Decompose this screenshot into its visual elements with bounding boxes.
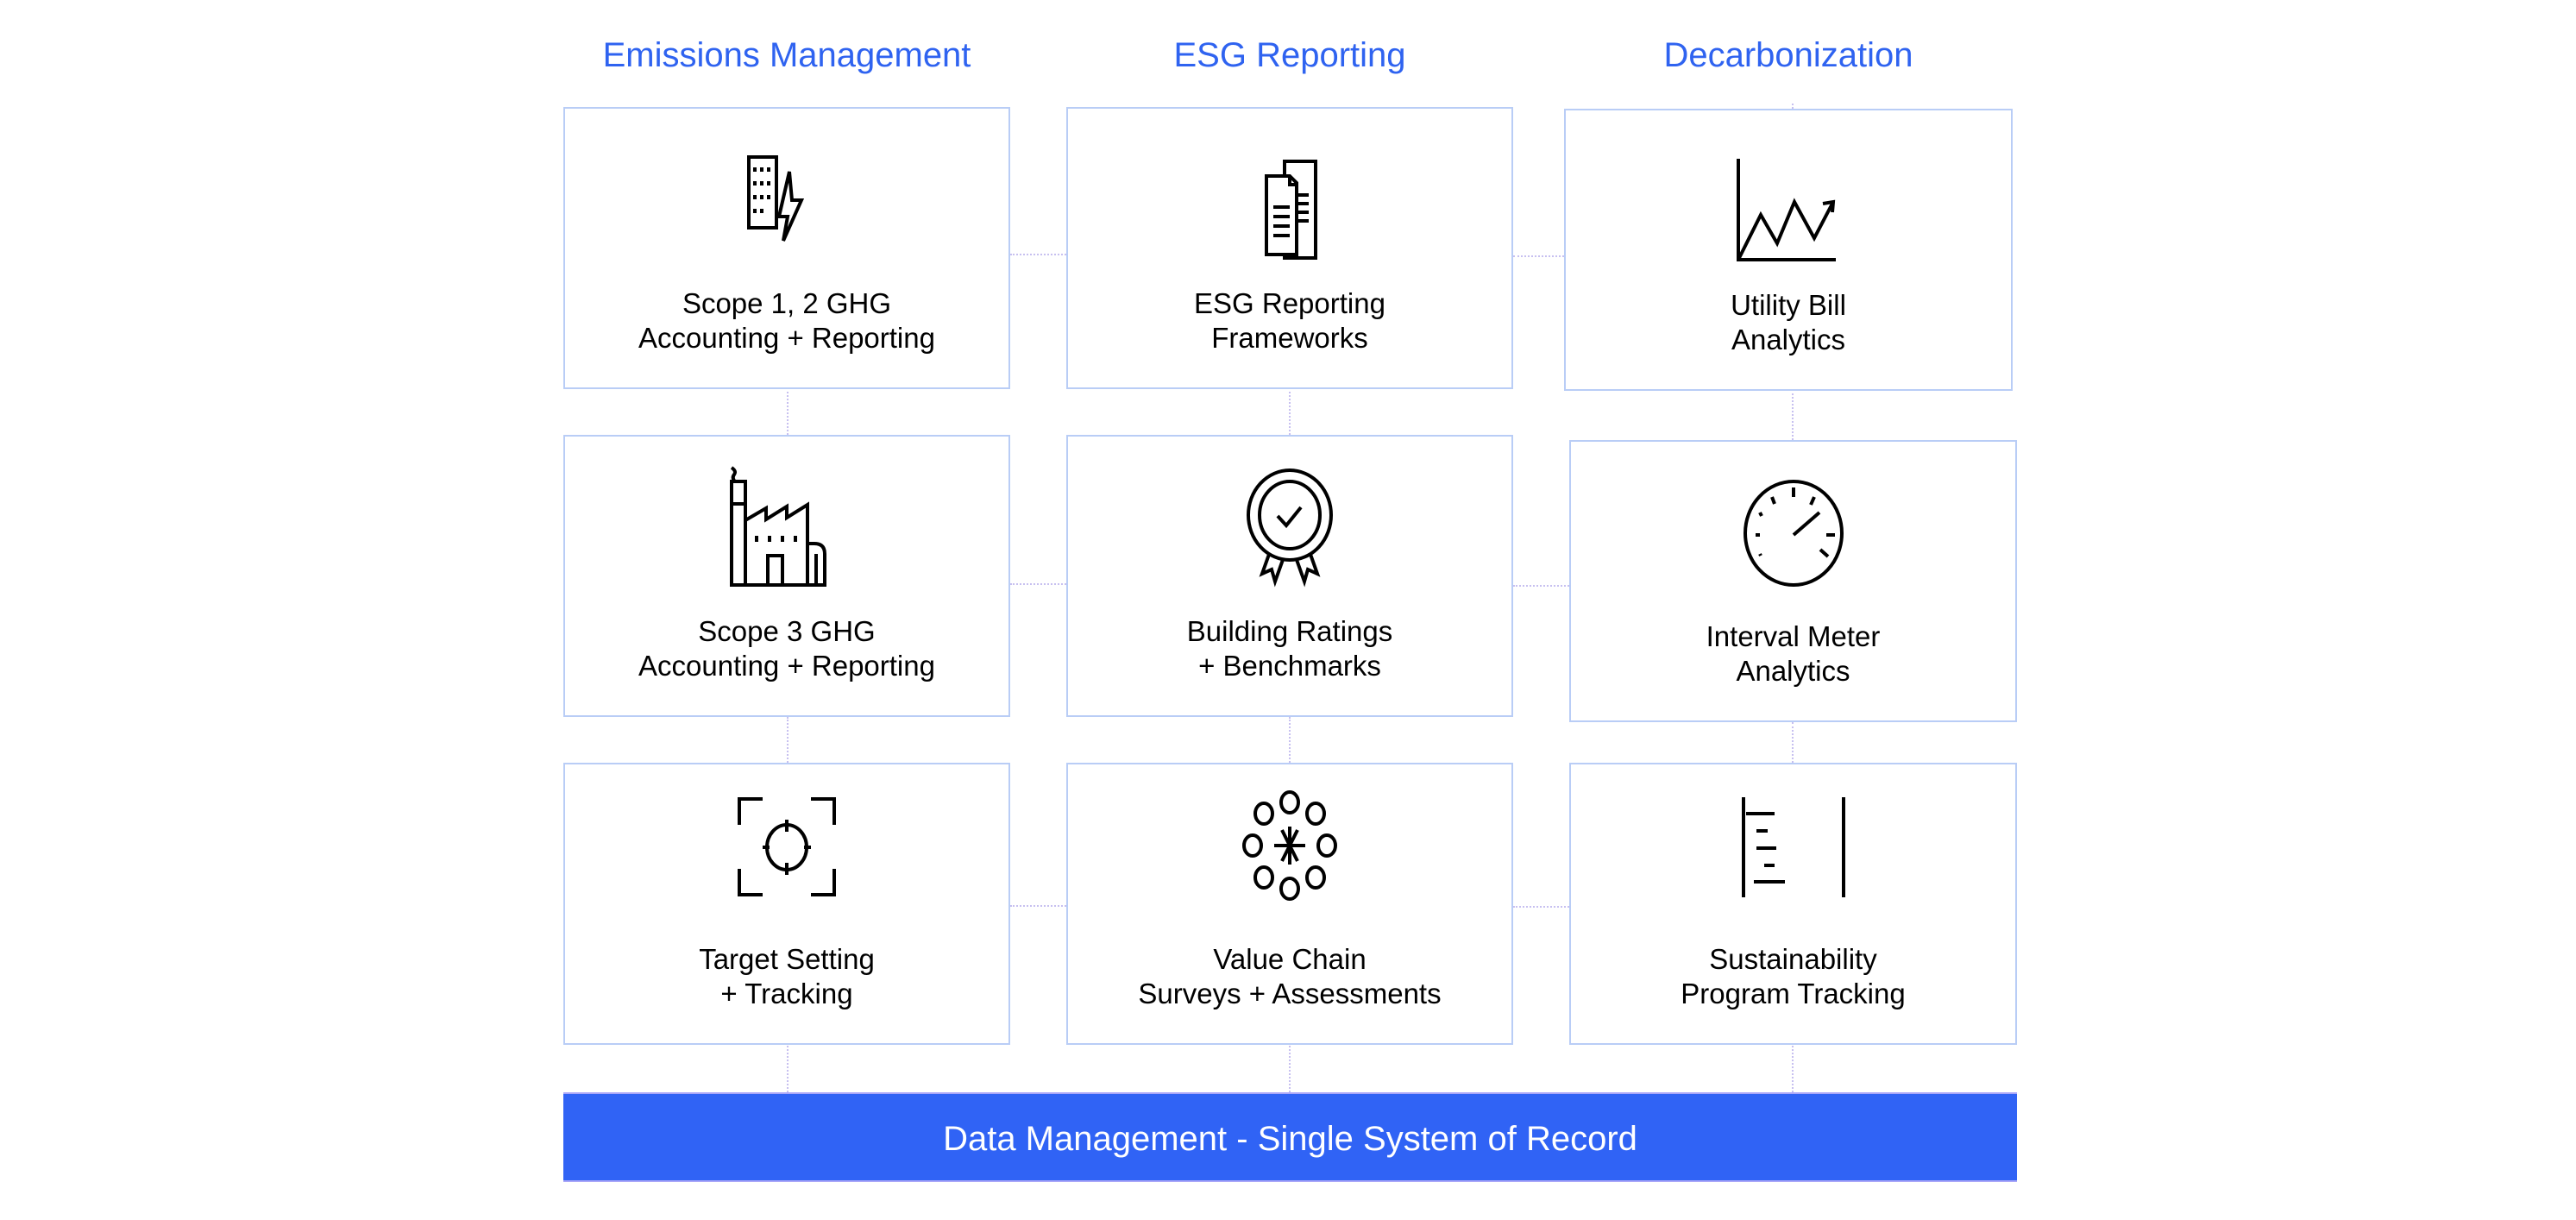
factory-icon	[726, 459, 847, 587]
column-title-emissions-management: Emissions Management	[602, 36, 971, 74]
card-label-line2: + Tracking	[720, 978, 853, 1009]
card-scope-3-ghg[interactable]: Scope 3 GHG Accounting + Reporting	[563, 435, 1010, 717]
card-label-line1: Target Setting	[699, 943, 875, 975]
card-scope-1-2-ghg[interactable]: Scope 1, 2 GHG Accounting + Reporting	[563, 107, 1010, 389]
connector	[787, 717, 789, 763]
card-label-line1: Utility Bill	[1731, 289, 1846, 321]
card-label-line1: Sustainability	[1709, 943, 1877, 975]
building-lightning-icon	[726, 131, 847, 252]
card-esg-reporting-frameworks[interactable]: ESG Reporting Frameworks	[1066, 107, 1513, 389]
connector	[1513, 585, 1569, 587]
card-label: Value Chain Surveys + Assessments	[1068, 942, 1511, 1011]
connector	[1010, 254, 1066, 255]
connector	[787, 387, 789, 435]
connector	[1010, 583, 1066, 585]
card-label-line2: Frameworks	[1211, 322, 1368, 354]
card-label-line1: ESG Reporting	[1194, 287, 1385, 319]
card-interval-meter-analytics[interactable]: Interval Meter Analytics	[1569, 440, 2017, 722]
connector	[1792, 389, 1794, 440]
card-label-line2: Analytics	[1731, 324, 1846, 355]
column-title-decarbonization: Decarbonization	[1663, 36, 1913, 74]
connector	[1513, 906, 1569, 908]
connector	[1289, 387, 1291, 435]
line-chart-up-icon	[1728, 133, 1849, 261]
card-label-line1: Building Ratings	[1186, 615, 1393, 647]
card-label-line2: Program Tracking	[1681, 978, 1906, 1009]
card-label: Interval Meter Analytics	[1571, 619, 2015, 689]
card-label-line2: Surveys + Assessments	[1138, 978, 1442, 1009]
list-bracket-icon	[1733, 787, 1854, 908]
connector	[1289, 1043, 1291, 1092]
card-label: Scope 3 GHG Accounting + Reporting	[565, 614, 1008, 683]
card-building-ratings[interactable]: Building Ratings + Benchmarks	[1066, 435, 1513, 717]
connector	[1289, 717, 1291, 763]
gauge-meter-icon	[1733, 464, 1854, 587]
card-label: ESG Reporting Frameworks	[1068, 286, 1511, 355]
documents-icon	[1229, 131, 1350, 260]
card-label: Sustainability Program Tracking	[1571, 942, 2015, 1011]
card-label-line1: Scope 3 GHG	[698, 615, 876, 647]
card-label: Target Setting + Tracking	[565, 942, 1008, 1011]
network-circles-icon	[1229, 787, 1350, 908]
card-label: Utility Bill Analytics	[1566, 288, 2011, 357]
connector	[1792, 722, 1794, 763]
card-label: Scope 1, 2 GHG Accounting + Reporting	[565, 286, 1008, 355]
card-label-line2: Analytics	[1736, 655, 1850, 687]
connector	[1792, 1043, 1794, 1092]
target-crosshair-icon	[726, 787, 847, 908]
card-label-line1: Scope 1, 2 GHG	[682, 287, 892, 319]
connector	[787, 1043, 789, 1092]
card-sustainability-program-tracking[interactable]: Sustainability Program Tracking	[1569, 763, 2017, 1045]
card-target-setting[interactable]: Target Setting + Tracking	[563, 763, 1010, 1045]
card-label-line2: + Benchmarks	[1198, 650, 1381, 682]
connector	[1010, 905, 1066, 907]
card-label-line1: Value Chain	[1213, 943, 1367, 975]
card-label-line2: Accounting + Reporting	[638, 650, 935, 682]
award-ribbon-icon	[1229, 459, 1350, 588]
card-label-line1: Interval Meter	[1706, 620, 1881, 652]
card-value-chain-surveys[interactable]: Value Chain Surveys + Assessments	[1066, 763, 1513, 1045]
connector	[1513, 255, 1564, 257]
column-title-esg-reporting: ESG Reporting	[1173, 36, 1406, 74]
card-utility-bill-analytics[interactable]: Utility Bill Analytics	[1564, 109, 2013, 391]
data-management-bar: Data Management - Single System of Recor…	[563, 1092, 2017, 1182]
card-label: Building Ratings + Benchmarks	[1068, 614, 1511, 683]
card-label-line2: Accounting + Reporting	[638, 322, 935, 354]
